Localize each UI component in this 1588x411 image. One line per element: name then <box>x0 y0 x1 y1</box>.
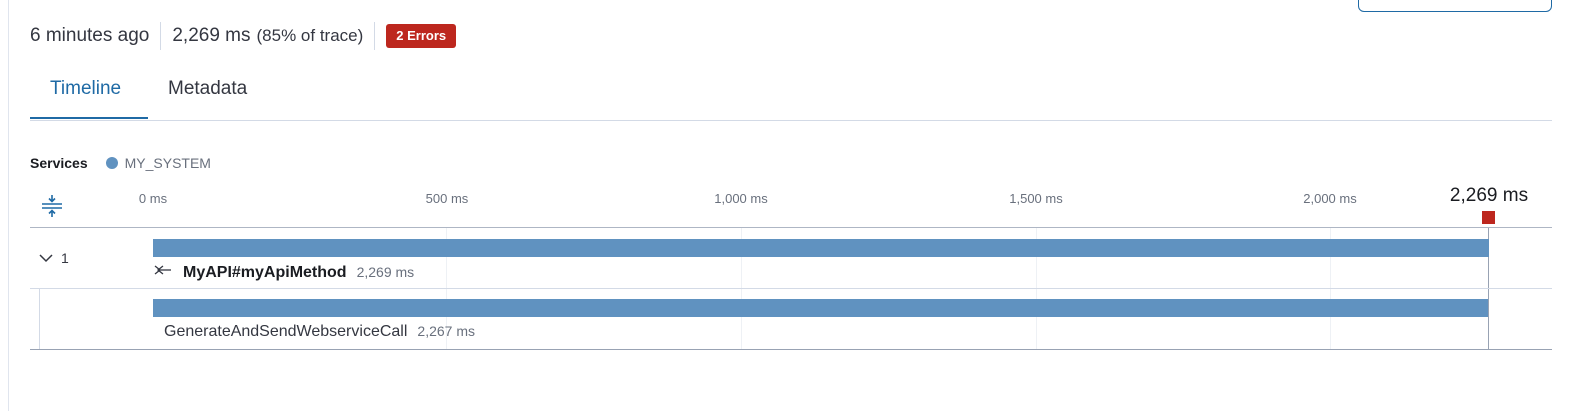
child-count: 1 <box>61 250 69 266</box>
service-name: MY_SYSTEM <box>124 155 211 171</box>
axis-tick-label: 2,000 ms <box>1303 191 1357 206</box>
span-bar-myapi[interactable] <box>153 239 1489 257</box>
axis-tick-label: 0 ms <box>138 191 168 206</box>
span-label-myapi[interactable]: MyAPI#myApiMethod 2,269 ms <box>154 263 414 282</box>
tab-metadata[interactable]: Metadata <box>168 78 247 100</box>
incoming-arrows-icon <box>154 265 171 275</box>
summary-divider <box>160 22 162 50</box>
services-legend: Services MY_SYSTEM <box>30 155 211 171</box>
span-bar-webservice[interactable] <box>153 299 1488 317</box>
active-tab-indicator <box>30 117 148 119</box>
row-divider <box>30 288 1552 289</box>
chevron-down-icon <box>39 254 53 263</box>
service-color-dot <box>105 157 118 169</box>
span-label-webservice[interactable]: GenerateAndSendWebserviceCall 2,267 ms <box>164 323 475 341</box>
error-marker[interactable] <box>1482 211 1495 224</box>
duration-text: 2,269 ms <box>172 25 251 46</box>
summary-divider <box>374 22 376 50</box>
tab-bar: Timeline Metadata <box>30 70 1552 121</box>
span-duration: 2,267 ms <box>417 323 475 339</box>
axis-tick-label: 1,000 ms <box>714 191 768 206</box>
expand-toggle[interactable]: 1 <box>38 250 69 266</box>
page-left-border <box>8 0 9 411</box>
timestamp-text: 6 minutes ago <box>30 25 150 46</box>
row-divider <box>30 349 1552 350</box>
timeline-axis <box>30 227 1552 228</box>
collapse-all-icon[interactable] <box>40 193 64 217</box>
axis-tick-label: 1,500 ms <box>1009 191 1063 206</box>
errors-badge[interactable]: 2 Errors <box>386 24 457 48</box>
timeline-end-label: 2,269 ms <box>1449 185 1529 206</box>
span-duration: 2,269 ms <box>356 264 415 280</box>
child-indent-rule <box>39 289 40 349</box>
transaction-summary: 6 minutes ago 2,269 ms (85% of trace) 2 … <box>30 22 457 50</box>
top-action-button[interactable] <box>1358 0 1552 12</box>
percent-of-trace: (85% of trace) <box>256 26 364 45</box>
span-name: MyAPI#myApiMethod <box>183 264 347 281</box>
span-name: GenerateAndSendWebserviceCall <box>164 323 408 340</box>
services-label: Services <box>30 155 88 171</box>
tab-timeline[interactable]: Timeline <box>50 78 121 100</box>
axis-tick-label: 500 ms <box>425 191 469 206</box>
